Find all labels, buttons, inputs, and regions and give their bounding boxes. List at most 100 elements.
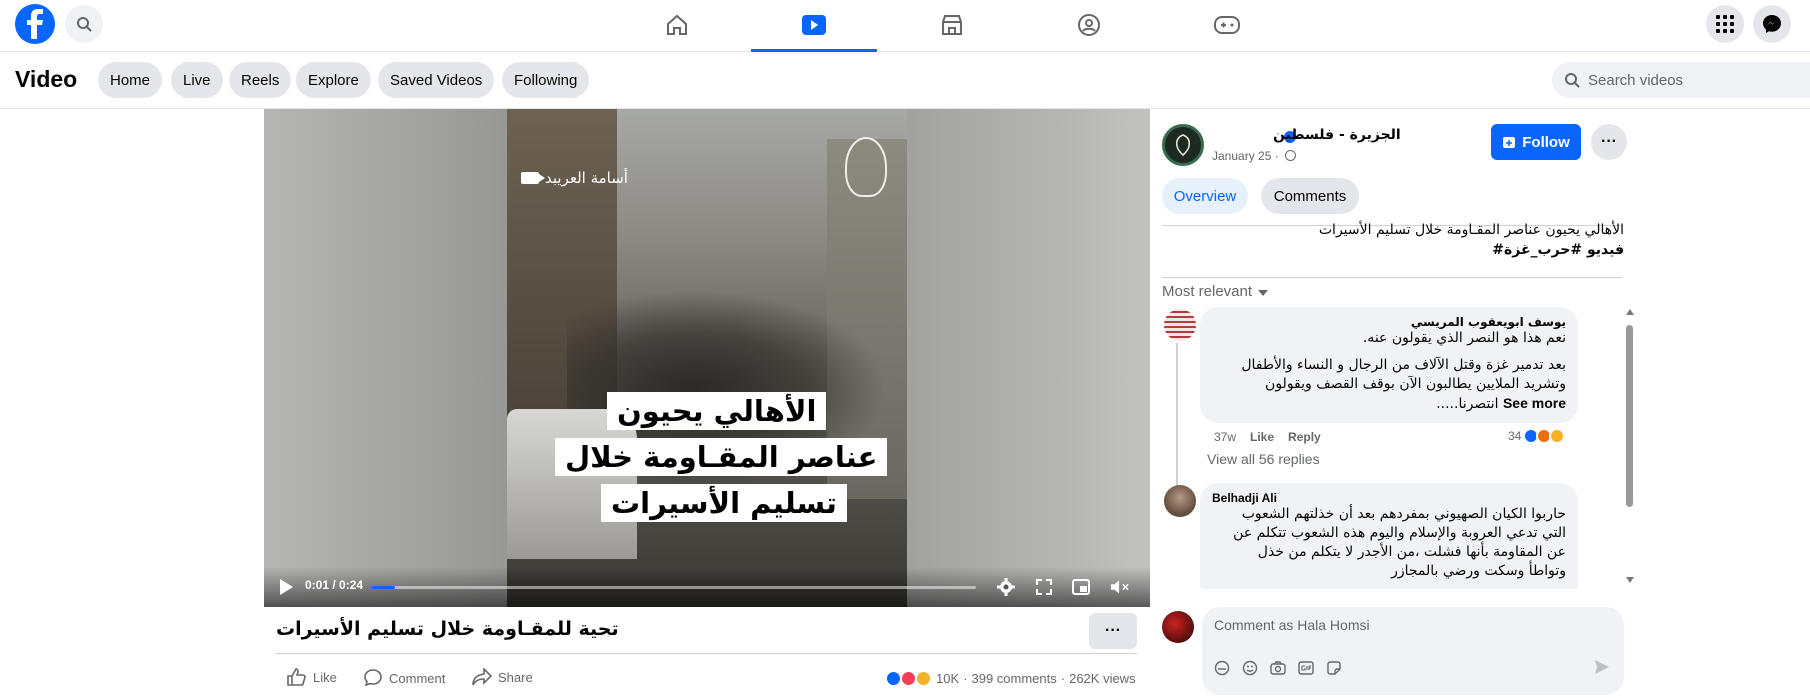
messenger-icon[interactable] <box>1753 5 1791 43</box>
tab-comments[interactable]: Comments <box>1261 178 1359 214</box>
gaming-icon[interactable] <box>1164 0 1290 50</box>
progress-fill <box>371 586 396 589</box>
camera-credit-name: أسامة العريبد <box>545 169 628 187</box>
commenter-avatar[interactable] <box>1164 309 1196 341</box>
tab-home[interactable]: Home <box>98 62 163 98</box>
comments-count[interactable]: 399 comments <box>971 671 1056 686</box>
composer-tools <box>1214 660 1342 679</box>
comment-composer[interactable]: Comment as Hala Homsi <box>1202 607 1624 695</box>
comment-button[interactable]: Comment <box>363 668 445 688</box>
divider <box>1162 277 1622 278</box>
scroll-up-arrow-icon[interactable] <box>1626 309 1634 315</box>
tab-explore[interactable]: Explore <box>296 62 371 98</box>
comment-text: انتصرنا..... <box>1436 396 1499 412</box>
tab-following[interactable]: Following <box>502 62 590 98</box>
post-stats: 10K · 399 comments · 262K views <box>885 670 1136 687</box>
picture-in-picture-icon[interactable] <box>1071 577 1091 597</box>
comment-text: عن المقاومة بأنها فشلت ،من الأجدر لا يتك… <box>1257 544 1566 560</box>
comment-author[interactable]: Belhadji Ali <box>1212 491 1566 505</box>
comments-scrollbar[interactable] <box>1626 325 1633 507</box>
al-jazeera-logo-icon <box>845 137 887 197</box>
sort-label: Most relevant <box>1162 283 1253 300</box>
like-label: Like <box>313 669 337 685</box>
menu-grid-icon[interactable] <box>1706 5 1744 43</box>
comment-text: بعد تدمير غزة وقتل الآلاف من الرجال و ال… <box>1241 357 1566 373</box>
search-icon[interactable] <box>65 5 103 43</box>
current-user-avatar[interactable] <box>1162 611 1194 643</box>
video-icon[interactable] <box>751 0 877 52</box>
view-replies-link[interactable]: View all 56 replies <box>1207 451 1320 467</box>
video-subnav: Video Home Live Reels Explore Saved Vide… <box>0 52 1810 109</box>
views-count: 262K views <box>1069 671 1136 686</box>
reply-thread-line <box>1176 343 1190 498</box>
playback-time: 0:01 / 0:24 <box>305 578 364 592</box>
comment-text-end: See more انتصرنا..... <box>1212 394 1566 414</box>
follow-button[interactable]: Follow <box>1491 124 1581 160</box>
share-button[interactable]: Share <box>472 668 533 686</box>
video-caption: تحية للمقـاومة خلال تسليم الأسيرات <box>276 618 619 640</box>
send-icon[interactable] <box>1594 659 1610 680</box>
share-arrow-icon <box>472 668 492 686</box>
post-date-text: January 25 · <box>1212 149 1279 163</box>
side-panel: الجزيرة - فلسطين January 25 · Follow ···… <box>1150 109 1810 698</box>
page-avatar[interactable] <box>1162 124 1204 166</box>
video-player[interactable]: أسامة العريبد الأهالي يحيون عناصر المقـا… <box>264 109 1150 607</box>
sticker-icon[interactable] <box>1326 660 1342 679</box>
comment-reply-link[interactable]: Reply <box>1288 430 1321 444</box>
mute-icon[interactable] <box>1110 577 1130 597</box>
comment-reactions[interactable]: 34 <box>1508 428 1566 444</box>
post-hashtags[interactable]: #فيديو #حرب_غزة <box>1492 242 1624 258</box>
comment-bubble-icon <box>364 669 382 687</box>
emoji-icon[interactable] <box>1242 660 1258 679</box>
reactions-count[interactable]: 10K <box>936 671 959 686</box>
camera-credit: أسامة العريبد <box>521 169 628 187</box>
play-icon[interactable] <box>280 579 293 595</box>
sort-comments-dropdown[interactable]: Most relevant <box>1162 283 1269 300</box>
tab-saved-videos[interactable]: Saved Videos <box>378 62 495 98</box>
home-icon[interactable] <box>614 0 740 50</box>
comment-like-link[interactable]: Like <box>1250 430 1274 444</box>
see-more-link[interactable]: See more <box>1503 395 1566 411</box>
commenter-avatar[interactable] <box>1164 485 1196 517</box>
comment-text: وتشريد الملايين يطالبون الآن بوقف القصف … <box>1265 376 1566 392</box>
al-jazeera-logo-icon <box>1175 134 1191 157</box>
follow-page-icon <box>1503 137 1516 148</box>
search-videos-input[interactable]: Search videos <box>1552 62 1810 98</box>
facebook-logo-icon[interactable] <box>15 4 55 44</box>
page-title: Video <box>15 66 78 92</box>
thumbs-up-icon <box>287 668 306 686</box>
avatar-sticker-icon[interactable] <box>1214 660 1230 679</box>
page-name[interactable]: الجزيرة - فلسطين <box>1273 127 1401 143</box>
fullscreen-icon[interactable] <box>1034 577 1054 597</box>
tab-reels[interactable]: Reels <box>229 62 292 98</box>
comment-label: Comment <box>389 670 446 686</box>
comment-text: حاربوا الكيان الصهيوني بمفردهم بعد أن خذ… <box>1241 506 1566 522</box>
tab-overview[interactable]: Overview <box>1162 178 1248 214</box>
top-navigation-bar <box>0 0 1810 52</box>
share-label: Share <box>498 669 533 685</box>
overlay-text-line-1: الأهالي يحيون <box>607 392 827 430</box>
page-more-options-button[interactable]: ··· <box>1591 124 1627 160</box>
more-options-button[interactable]: ··· <box>1089 613 1137 649</box>
divider <box>276 653 1137 654</box>
progress-bar[interactable] <box>371 586 976 589</box>
haha-reaction-icon <box>1549 428 1566 444</box>
care-reaction-icon <box>915 670 932 687</box>
comment-input[interactable]: Comment as Hala Homsi <box>1214 617 1370 633</box>
settings-gear-icon[interactable] <box>996 577 1016 597</box>
globe-icon <box>1285 150 1297 161</box>
comment-age[interactable]: 37w <box>1214 430 1236 444</box>
like-button[interactable]: Like <box>287 668 337 686</box>
groups-icon[interactable] <box>1026 0 1152 50</box>
comment-bubble: يوسف ابويعقوب المريسي نعم هذا هو النصر ا… <box>1200 307 1578 423</box>
overlay-text-line-2: عناصر المقـاومة خلال <box>555 438 888 476</box>
comment-text: التي تدعي العروبة والإسلام واليوم هذه ال… <box>1233 525 1566 541</box>
marketplace-icon[interactable] <box>889 0 1015 50</box>
post-date: January 25 · <box>1212 149 1297 163</box>
tab-live[interactable]: Live <box>171 62 223 98</box>
gif-icon[interactable] <box>1298 660 1314 679</box>
comment-author[interactable]: يوسف ابويعقوب المريسي <box>1212 315 1566 329</box>
camera-icon[interactable] <box>1270 660 1286 679</box>
comment-meta: 37w Like Reply <box>1214 430 1321 444</box>
scroll-down-arrow-icon[interactable] <box>1626 577 1634 583</box>
